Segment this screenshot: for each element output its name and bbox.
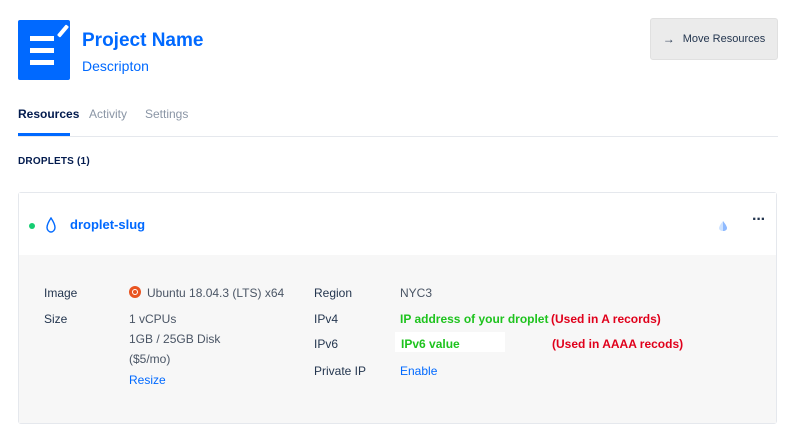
pencil-icon xyxy=(56,24,70,38)
move-resources-button[interactable]: → Move Resources xyxy=(650,18,778,60)
tab-activity[interactable]: Activity xyxy=(89,107,127,121)
ubuntu-icon xyxy=(129,286,141,298)
droplet-details: Image Ubuntu 18.04.3 (LTS) x64 Size 1 vC… xyxy=(19,255,776,423)
ipv6-note: (Used in AAAA recods) xyxy=(552,337,684,351)
icon-bar xyxy=(30,48,54,53)
more-options-icon[interactable]: ··· xyxy=(752,211,766,229)
droplet-card-header: droplet-slug ··· xyxy=(19,193,776,256)
tab-settings[interactable]: Settings xyxy=(145,107,188,121)
ipv4-value[interactable]: IP address of your droplet xyxy=(400,312,548,326)
ipv4-note: (Used in A records) xyxy=(551,312,661,326)
ipv6-label: IPv6 xyxy=(314,337,339,351)
move-resources-label: Move Resources xyxy=(682,33,766,45)
icon-bar xyxy=(30,60,54,65)
size-vcpus: 1 vCPUs xyxy=(129,312,177,326)
droplet-graph-icon[interactable] xyxy=(717,220,729,232)
icon-bar xyxy=(30,36,54,41)
ipv4-label: IPv4 xyxy=(314,312,339,326)
droplet-name-link[interactable]: droplet-slug xyxy=(70,217,145,232)
image-value: Ubuntu 18.04.3 (LTS) x64 xyxy=(147,286,285,300)
project-title: Project Name xyxy=(82,30,204,51)
status-indicator xyxy=(29,223,35,229)
droplet-icon xyxy=(46,217,56,233)
project-description: Descripton xyxy=(82,58,149,74)
tab-resources[interactable]: Resources xyxy=(18,107,79,121)
active-tab-indicator xyxy=(18,133,70,136)
project-document-icon xyxy=(18,20,70,80)
size-price: ($5/mo) xyxy=(129,352,171,366)
droplets-section-label: DROPLETS (1) xyxy=(18,156,90,167)
ipv6-value[interactable]: IPv6 value xyxy=(401,337,460,351)
size-label: Size xyxy=(44,312,68,326)
enable-private-ip-link[interactable]: Enable xyxy=(400,364,437,378)
arrow-right-icon: → xyxy=(662,32,675,46)
region-label: Region xyxy=(314,286,353,300)
resize-link[interactable]: Resize xyxy=(129,373,166,387)
droplet-card: droplet-slug ··· Image Ubuntu 18.04.3 (L… xyxy=(18,192,777,424)
image-label: Image xyxy=(44,286,78,300)
size-disk: 1GB / 25GB Disk xyxy=(129,332,221,346)
private-ip-label: Private IP xyxy=(314,364,367,378)
region-value: NYC3 xyxy=(400,286,433,300)
project-page: Project Name Descripton → Move Resources… xyxy=(0,0,792,440)
project-tabs: Resources Activity Settings xyxy=(18,100,778,137)
project-header: Project Name Descripton → Move Resources xyxy=(18,18,778,80)
